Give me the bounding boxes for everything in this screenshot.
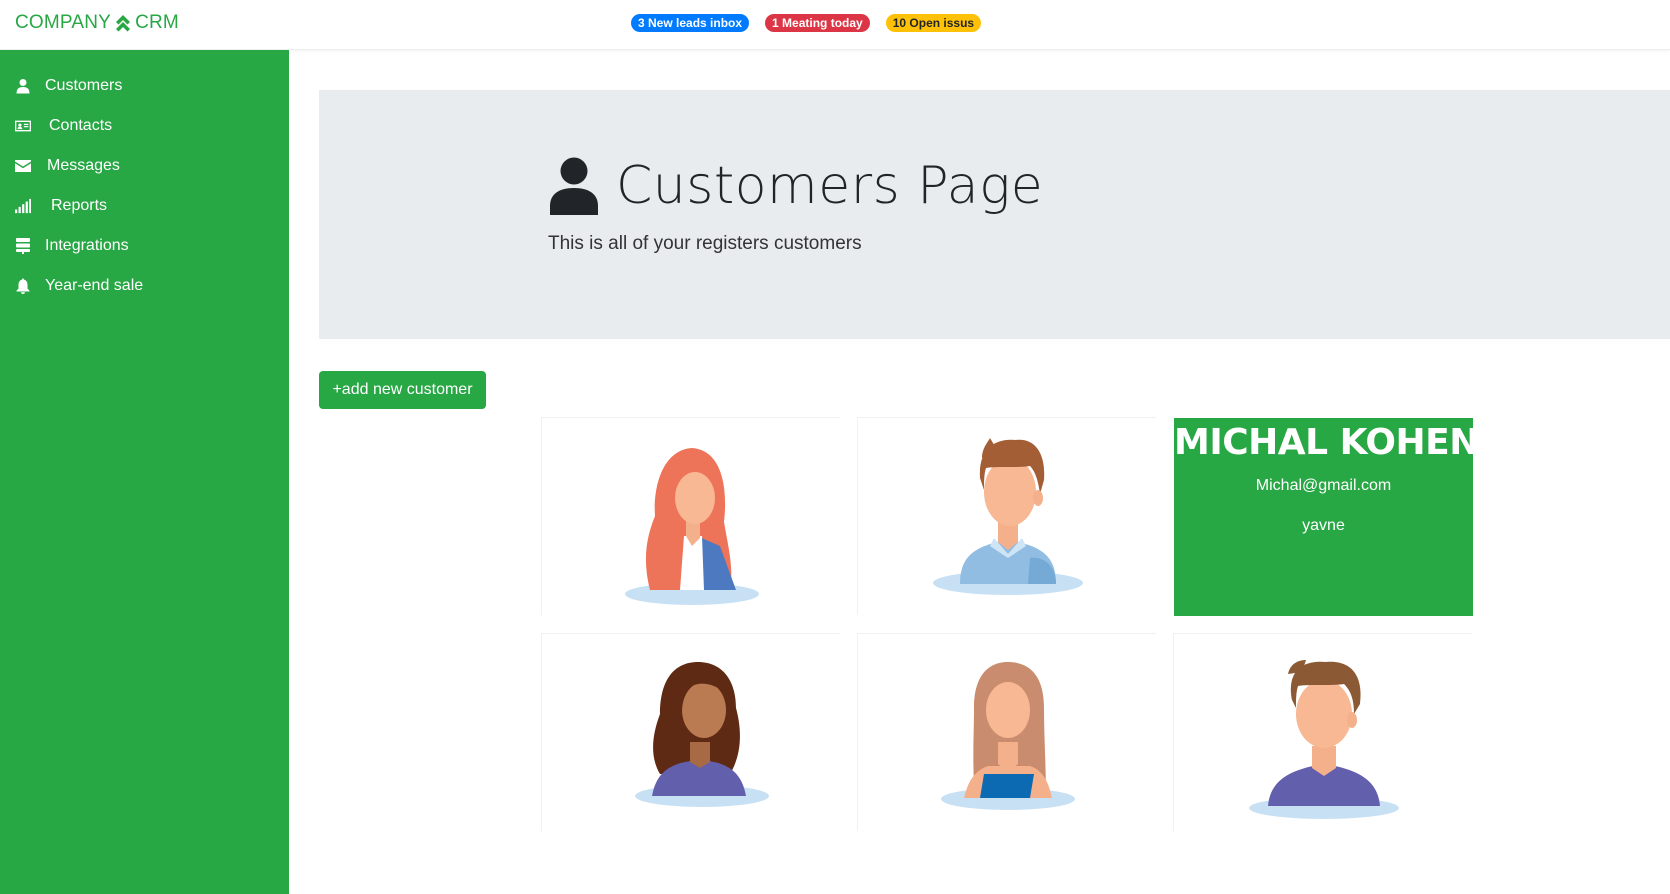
sidebar-item-integrations[interactable]: Integrations [15,234,129,258]
signal-bars-icon [15,198,31,214]
sidebar-item-label: Year-end sale [45,277,144,294]
leads-badge[interactable]: 3 New leads inbox [631,14,750,32]
meeting-badge[interactable]: 1 Meating today [765,14,870,32]
bell-icon [15,278,31,294]
customer-card-active[interactable]: MICHAL KOHEN Michal@gmail.com yavne [1174,418,1473,616]
woman-red-hair-avatar [625,448,759,605]
sidebar-item-contacts[interactable]: Contacts [15,114,112,138]
customer-card[interactable] [541,633,840,831]
sidebar-item-label: Contacts [49,117,113,134]
server-icon [15,238,31,254]
double-chevron-up-icon [115,14,131,32]
page-header-jumbotron: Customers Page This is all of your regis… [319,90,1670,339]
page-title-row: Customers Page [548,156,1043,216]
customer-card[interactable] [1173,633,1472,831]
add-customer-button[interactable]: +add new customer [319,371,486,409]
brand-name: COMPANY [15,12,112,33]
user-icon [550,157,598,215]
issues-badge[interactable]: 10 Open issus [885,14,982,32]
woman-curly-dark-hair-avatar [635,662,769,807]
brand-logo[interactable]: COMPANY CRM [15,12,179,34]
id-card-icon [15,118,31,134]
sidebar-item-reports[interactable]: Reports [15,194,107,218]
envelope-icon [15,158,31,174]
sidebar-item-label: Reports [51,197,108,214]
sidebar-item-label: Integrations [45,237,129,254]
sidebar-item-year-end-sale[interactable]: Year-end sale [15,274,143,298]
customer-city: yavne [1302,517,1345,534]
customer-card[interactable] [857,417,1156,615]
sidebar-item-label: Customers [45,77,123,94]
woman-long-light-hair-avatar [941,662,1075,810]
customer-card[interactable] [541,417,840,615]
sidebar-item-customers[interactable]: Customers [15,74,122,98]
top-navbar: COMPANY CRM 3 New leads inbox 1 Meating … [0,0,1670,50]
customer-email: Michal@gmail.com [1255,477,1392,494]
notification-badges: 3 New leads inbox 1 Meating today 10 Ope… [631,14,982,32]
sidebar: Customers Contacts Messages Reports Inte… [0,50,289,894]
brand-suffix: CRM [135,12,179,33]
user-icon [15,78,31,94]
sidebar-item-label: Messages [47,157,120,174]
sidebar-item-messages[interactable]: Messages [15,154,120,178]
man-short-hair-avatar [1249,660,1399,819]
page-subtitle: This is all of your registers customers [548,233,862,254]
page-title: Customers Page [616,156,1044,216]
man-brown-hair-avatar [933,438,1083,595]
customer-name: MICHAL KOHEN [1174,422,1473,463]
customer-card[interactable] [857,633,1156,831]
